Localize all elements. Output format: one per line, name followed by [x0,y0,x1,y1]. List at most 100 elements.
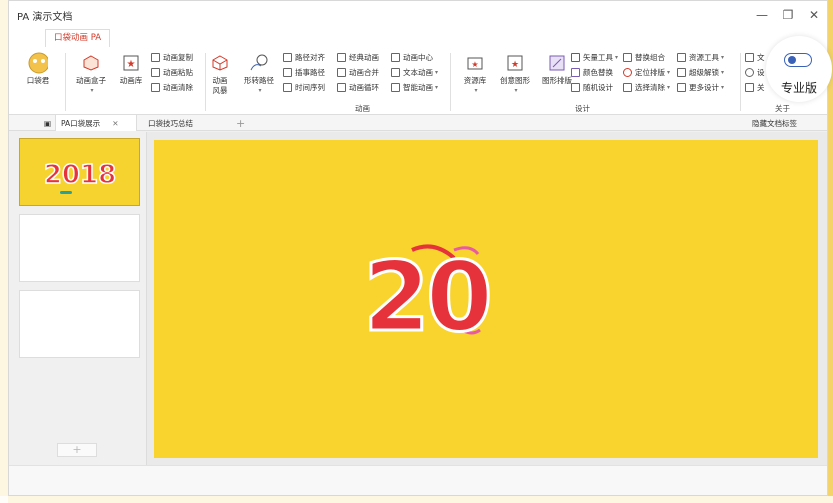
about-item-1[interactable]: 文 [745,50,765,64]
restore-button[interactable]: ❐ [775,1,801,29]
snap-icon [283,67,292,77]
text-anim-button[interactable]: 文本动画 ▾ [391,65,438,79]
merge-icon [337,67,346,77]
anim-copy-label: 动画复制 [163,52,193,62]
anim-center-label: 动画中心 [403,52,433,62]
res-tool-label: 资源工具 [689,52,719,62]
cube-icon [81,53,101,73]
save-icon[interactable]: ▣ [39,115,56,131]
star-box-icon: ★ [121,53,141,73]
anim-loop-button[interactable]: 动画循环 [337,80,379,94]
add-tab-button[interactable]: + [231,115,250,131]
anim-loop-label: 动画循环 [349,82,379,92]
anim-copy-button[interactable]: 动画复制 [151,50,193,64]
anim-paste-button[interactable]: 动画粘贴 [151,65,193,79]
res-lib-label: 资源库 [463,76,487,85]
smart-icon [391,82,400,92]
tab-pocket-animation[interactable]: 口袋动画 PA [45,29,111,47]
about-item-1-label: 文 [757,52,765,62]
pocket-mascot-icon [28,52,48,74]
close-tab-icon[interactable]: ✕ [112,119,118,128]
creative-shape-button[interactable]: ★ 创意图形 ▾ [493,53,537,96]
select-clear-label: 选择清除 [635,82,665,92]
thumb-year-text: 2018 [44,160,116,190]
minimize-button[interactable]: — [749,1,775,29]
smart-anim-label: 智能动画 [403,82,433,92]
timeline-icon [283,82,292,92]
doc-tab-tips[interactable]: 口袋技巧总结 [143,115,198,131]
select-clear-button[interactable]: 选择清除 ▾ [623,80,670,94]
anim-clear-label: 动画清除 [163,82,193,92]
anim-clear-button[interactable]: 动画清除 [151,80,193,94]
background-stripe [0,0,8,503]
about-item-2-label: 设 [757,67,765,77]
group-label-design: 设计 [575,104,590,113]
color-replace-label: 颜色替换 [583,67,613,77]
anim-scene-button[interactable]: 动画风暴 [207,53,233,96]
color-replace-button[interactable]: 颜色替换 [571,65,613,79]
ribbon-separator [740,53,741,111]
hide-tabs-button[interactable]: 隐藏文档标签 [747,115,802,131]
slide-thumb-3[interactable] [19,290,140,358]
path-align-button[interactable]: 路径对齐 [283,50,325,64]
anim-box-button[interactable]: 动画盒子 ▾ [71,53,111,96]
about-item-2[interactable]: 设 [745,65,765,79]
locate-sort-label: 定位排版 [635,67,665,77]
timeline-button[interactable]: 时间序列 [283,80,325,94]
smart-anim-button[interactable]: 智能动画 ▾ [391,80,438,94]
res-tool-button[interactable]: 资源工具 ▾ [677,50,724,64]
replace-combo-button[interactable]: 替换组合 [623,50,665,64]
pro-version-badge[interactable]: 专业版 [766,36,832,102]
slide-thumb-2[interactable] [19,214,140,282]
classic-anim-button[interactable]: 经典动画 [337,50,379,64]
super-unlock-label: 超级解锁 [689,67,719,77]
color-icon [571,67,580,77]
super-unlock-button[interactable]: 超级解锁 ▾ [677,65,724,79]
locate-sort-button[interactable]: 定位排版 ▾ [623,65,670,79]
info-icon [745,82,754,92]
hide-tabs-label: 隐藏文档标签 [752,118,797,128]
align-icon [283,52,292,62]
doc-icon [745,52,754,62]
main-area: 2018 + 20 [9,132,827,465]
anim-box-label: 动画盒子 [76,76,106,85]
replace-combo-label: 替换组合 [635,52,665,62]
more-design-button[interactable]: 更多设计 ▾ [677,80,724,94]
anim-paste-label: 动画粘贴 [163,67,193,77]
random-design-button[interactable]: 随机设计 [571,80,613,94]
lock-icon [677,67,686,77]
ribbon-tab-row: 口袋动画 PA [9,29,827,47]
loop-icon [337,82,346,92]
svg-text:★: ★ [127,59,136,70]
paste-icon [151,67,160,77]
slide-canvas[interactable]: 20 [154,140,818,458]
close-button[interactable]: ✕ [801,1,827,29]
doc-tab-pa-showcase[interactable]: PA口袋展示 ✕ [55,115,137,131]
slide-thumb-1[interactable]: 2018 [19,138,140,206]
anim-merge-button[interactable]: 动画合并 [337,65,379,79]
background-stripe [0,496,833,503]
add-slide-button[interactable]: + [57,443,97,457]
pocket-button[interactable]: 口袋君 [13,52,63,86]
timeline-label: 时间序列 [295,82,325,92]
snap-path-button[interactable]: 插事路径 [283,65,325,79]
classic-anim-label: 经典动画 [349,52,379,62]
shape-path-icon [249,53,269,73]
window-title: PA 演示文档 [17,11,73,23]
replace-icon [623,52,632,62]
about-item-3[interactable]: 关 [745,80,765,94]
clear-icon [151,82,160,92]
anim-lib-label: 动画库 [119,76,143,85]
cube-outline-icon [210,53,230,73]
pro-toggle[interactable] [784,53,812,67]
res-lib-button[interactable]: ★ 资源库 ▾ [455,53,495,96]
target-icon [623,67,632,77]
vector-tool-button[interactable]: 矢量工具 ▾ [571,50,618,64]
anim-lib-button[interactable]: ★ 动画库 [113,53,149,86]
anim-scene-label: 动画风暴 [212,76,228,95]
shape-path-button[interactable]: 形转路径 ▾ [237,53,281,96]
anim-center-button[interactable]: 动画中心 [391,50,433,64]
random-design-label: 随机设计 [583,82,613,92]
shape-path-label: 形转路径 [244,76,274,85]
settings-icon [745,67,754,77]
